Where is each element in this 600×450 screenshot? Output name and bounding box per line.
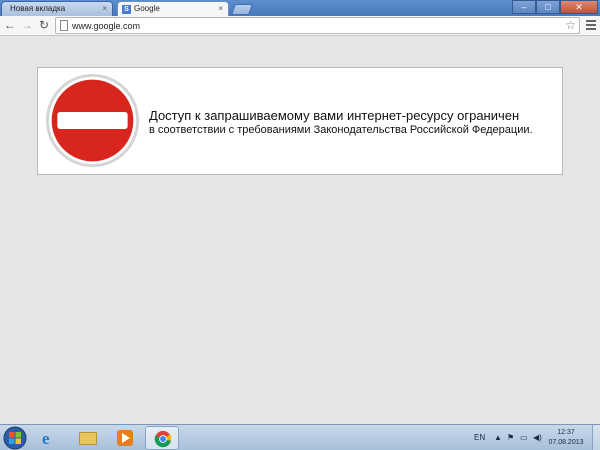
clock[interactable]: 12:37 07.08.2013 [548,428,584,448]
close-window-button[interactable]: ✕ [560,0,598,14]
volume-icon[interactable]: ◀) [533,433,542,442]
taskbar-media-player[interactable] [108,426,142,450]
minimize-button[interactable]: – [512,0,536,14]
show-hidden-icons-icon[interactable]: ▲ [494,433,502,442]
tab-close-icon[interactable]: × [102,2,107,16]
no-entry-sign-icon [45,73,140,168]
page-icon [60,20,68,31]
taskbar-explorer[interactable] [71,426,105,450]
maximize-button[interactable]: □ [536,0,560,14]
browser-toolbar: ← → ↻ www.google.com ☆ [0,16,600,36]
tab-new-tab[interactable]: Новая вкладка × [1,1,113,16]
google-favicon-icon: S [122,5,131,14]
show-desktop-button[interactable] [592,425,600,450]
forward-button[interactable]: → [20,18,34,33]
tab-close-icon[interactable]: × [218,2,223,16]
chrome-icon [154,430,172,448]
windows-start-icon[interactable] [2,426,28,450]
taskbar-internet-explorer[interactable]: e [34,426,68,450]
action-center-flag-icon[interactable]: ⚑ [507,433,514,442]
tab-title: Google [134,4,160,13]
window-controls: – □ ✕ [512,0,598,14]
internet-explorer-icon: e [42,429,50,448]
language-indicator[interactable]: EN [474,433,485,442]
tab-google[interactable]: S Google × [117,1,229,16]
bookmark-star-icon[interactable]: ☆ [565,18,576,33]
taskbar-chrome[interactable] [145,426,179,450]
notice-text: в соответствии с требованиями Законодате… [149,124,533,136]
back-button[interactable]: ← [3,18,17,33]
tab-strip: Новая вкладка × S Google × – □ ✕ [0,0,600,16]
tab-title: Новая вкладка [10,4,66,13]
taskbar: e EN ▲ ⚑ ▭ ◀) 12:37 07.08.2013 [0,424,600,450]
url-text[interactable]: www.google.com [72,18,140,34]
clock-date: 07.08.2013 [548,439,584,446]
page-content: Доступ к запрашиваемому вами интернет-ре… [0,37,600,424]
address-bar[interactable]: www.google.com ☆ [55,17,580,34]
network-icon[interactable]: ▭ [520,433,528,442]
media-player-icon [117,430,133,446]
reload-button[interactable]: ↻ [37,18,51,33]
notice-title: Доступ к запрашиваемому вами интернет-ре… [149,108,520,123]
clock-time: 12:37 [557,429,575,436]
folder-icon [79,432,97,445]
menu-icon[interactable] [586,20,596,31]
blocked-notice: Доступ к запрашиваемому вами интернет-ре… [37,67,563,175]
new-tab-button[interactable] [230,4,254,15]
